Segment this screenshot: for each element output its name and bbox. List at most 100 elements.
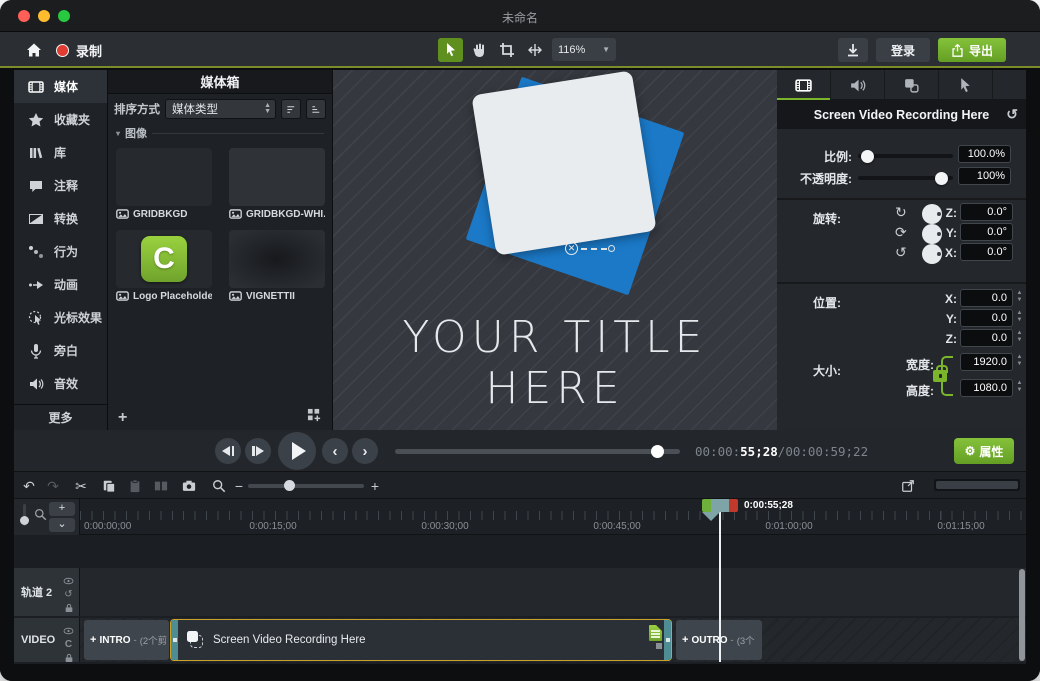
playhead-line[interactable] xyxy=(719,499,721,662)
timeline-ruler[interactable]: 0:00:00;000:00:15;000:00:30;000:00:45;00… xyxy=(80,499,1026,535)
track-lock-icon[interactable] xyxy=(65,600,73,618)
width-stepper[interactable]: ▲▼ xyxy=(1015,355,1024,367)
rotation-value-y[interactable]: 0.0° xyxy=(960,223,1013,241)
tab-audio[interactable] xyxy=(831,70,885,100)
step-back-button[interactable] xyxy=(215,438,241,464)
zoom-in-button[interactable]: + xyxy=(366,477,384,495)
track-row-video[interactable]: + INTRO - (2个剪 Screen Video Recording He… xyxy=(80,618,1026,662)
image-section-header[interactable]: ▾ 图像 xyxy=(108,124,332,142)
previous-clip-button[interactable]: ‹ xyxy=(322,438,348,464)
timeline-zoom-knob[interactable] xyxy=(284,480,295,491)
track-link-icon[interactable]: ↺ xyxy=(64,590,72,600)
preview-canvas[interactable]: ✕ YOUR TITLE HERE xyxy=(333,70,777,430)
height-value[interactable]: 1080.0 xyxy=(960,379,1013,397)
tab-cursor[interactable] xyxy=(939,70,993,100)
position-value-y[interactable]: 0.0 xyxy=(960,309,1013,327)
split-button[interactable] xyxy=(152,477,170,495)
opacity-slider[interactable] xyxy=(858,176,953,180)
sidebar-more-button[interactable]: 更多 xyxy=(14,404,107,430)
tool-pan-button[interactable] xyxy=(522,38,547,62)
canvas-title-text[interactable]: YOUR TITLE HERE xyxy=(333,312,777,414)
tool-pointer-button[interactable] xyxy=(438,38,463,62)
tool-crop-button[interactable] xyxy=(494,38,519,62)
view-desc-button[interactable] xyxy=(306,99,326,119)
download-button[interactable] xyxy=(838,38,868,62)
sidebar-item-transition[interactable]: 转换 xyxy=(14,202,107,235)
sidebar-item-callout[interactable]: 注释 xyxy=(14,169,107,202)
tool-hand-button[interactable] xyxy=(466,38,491,62)
timeline-hscrollbar[interactable] xyxy=(934,479,1020,491)
position-value-x[interactable]: 0.0 xyxy=(960,289,1013,307)
properties-button[interactable]: ⚙ 属性 xyxy=(954,438,1014,464)
rotation-value-x[interactable]: 0.0° xyxy=(960,243,1013,261)
main-clip-selected[interactable]: Screen Video Recording Here xyxy=(170,619,672,661)
scrubber[interactable] xyxy=(395,449,680,454)
step-forward-button[interactable] xyxy=(245,438,271,464)
view-asc-button[interactable] xyxy=(281,99,301,119)
scale-value[interactable]: 100.0% xyxy=(958,145,1011,163)
rotation-handle[interactable]: ✕ xyxy=(565,242,615,256)
track-header-2[interactable]: 轨道 2 ↺ xyxy=(14,568,80,616)
playhead-marker[interactable] xyxy=(702,499,738,512)
add-track-button[interactable]: + xyxy=(49,502,75,516)
canvas-white-square[interactable] xyxy=(471,70,656,255)
sidebar-item-audio[interactable]: 音效 xyxy=(14,367,107,400)
clip-left-handle[interactable] xyxy=(171,620,178,660)
sort-type-select[interactable]: 媒体类型 ▲▼ xyxy=(165,99,276,119)
sidebar-item-star[interactable]: 收藏夹 xyxy=(14,103,107,136)
height-stepper[interactable]: ▲▼ xyxy=(1015,381,1024,393)
aspect-lock-icon[interactable] xyxy=(933,370,947,382)
rotation-dial-y[interactable] xyxy=(922,224,942,244)
canvas-zoom-select[interactable]: 116% ▼ xyxy=(552,38,616,61)
track-clip-link-icon[interactable]: C xyxy=(65,640,72,650)
sidebar-item-cursor-fx[interactable]: 光标效果 xyxy=(14,301,107,334)
zoom-out-button[interactable]: − xyxy=(230,477,248,495)
next-clip-button[interactable]: › xyxy=(352,438,378,464)
width-value[interactable]: 1920.0 xyxy=(960,353,1013,371)
login-button[interactable]: 登录 xyxy=(876,38,930,62)
track-row-2[interactable] xyxy=(80,568,1026,616)
clip-right-handle[interactable] xyxy=(664,620,671,660)
tab-video[interactable] xyxy=(777,70,831,100)
timeline-zoom-slider[interactable] xyxy=(248,484,364,488)
tab-transform[interactable] xyxy=(885,70,939,100)
copy-button[interactable] xyxy=(100,477,118,495)
sidebar-item-behaviors[interactable]: 行为 xyxy=(14,235,107,268)
scale-slider[interactable] xyxy=(858,154,953,158)
track-visibility-icon[interactable] xyxy=(63,572,74,590)
position-stepper[interactable]: ▲▼ xyxy=(1015,291,1024,303)
rotation-value-z[interactable]: 0.0° xyxy=(960,203,1013,221)
sidebar-item-library[interactable]: 库 xyxy=(14,136,107,169)
zoom-magnifier-icon[interactable] xyxy=(210,477,228,495)
opacity-value[interactable]: 100% xyxy=(958,167,1011,185)
media-item[interactable]: GRIDBKGD xyxy=(116,148,212,222)
undo-button[interactable]: ↶ xyxy=(20,477,38,495)
media-item[interactable]: GRIDBKGD-WHI... xyxy=(229,148,325,222)
intro-clip[interactable]: + INTRO - (2个剪 xyxy=(84,620,169,660)
record-button[interactable]: 录制 xyxy=(56,38,102,62)
sidebar-item-voice[interactable]: 旁白 xyxy=(14,334,107,367)
paste-button[interactable] xyxy=(126,477,144,495)
detach-timeline-icon[interactable] xyxy=(899,477,917,495)
media-view-grid-icon[interactable] xyxy=(307,408,322,428)
position-stepper[interactable]: ▲▼ xyxy=(1015,331,1024,343)
play-button[interactable] xyxy=(278,432,316,470)
position-stepper[interactable]: ▲▼ xyxy=(1015,311,1024,323)
rotation-dial-z[interactable] xyxy=(922,204,942,224)
out-point-handle[interactable] xyxy=(729,499,738,512)
collapse-tracks-button[interactable]: ⌄ xyxy=(49,518,75,532)
cut-button[interactable]: ✂ xyxy=(72,477,90,495)
export-button[interactable]: 导出 xyxy=(938,38,1006,62)
rotation-anchor-icon[interactable]: ✕ xyxy=(565,242,578,255)
camera-snapshot-button[interactable] xyxy=(180,477,198,495)
track-height-slider[interactable] xyxy=(23,504,26,526)
home-icon[interactable] xyxy=(22,38,46,62)
track-zoom-icon[interactable] xyxy=(34,508,47,526)
reset-properties-icon[interactable]: ↺ xyxy=(1006,106,1018,123)
rotation-dial-x[interactable] xyxy=(922,244,942,264)
track-visibility-icon[interactable] xyxy=(63,622,74,640)
redo-button[interactable]: ↷ xyxy=(44,477,62,495)
sidebar-item-film[interactable]: 媒体 xyxy=(14,70,107,103)
timeline-vscrollbar[interactable] xyxy=(1019,569,1025,661)
sidebar-item-animation[interactable]: 动画 xyxy=(14,268,107,301)
